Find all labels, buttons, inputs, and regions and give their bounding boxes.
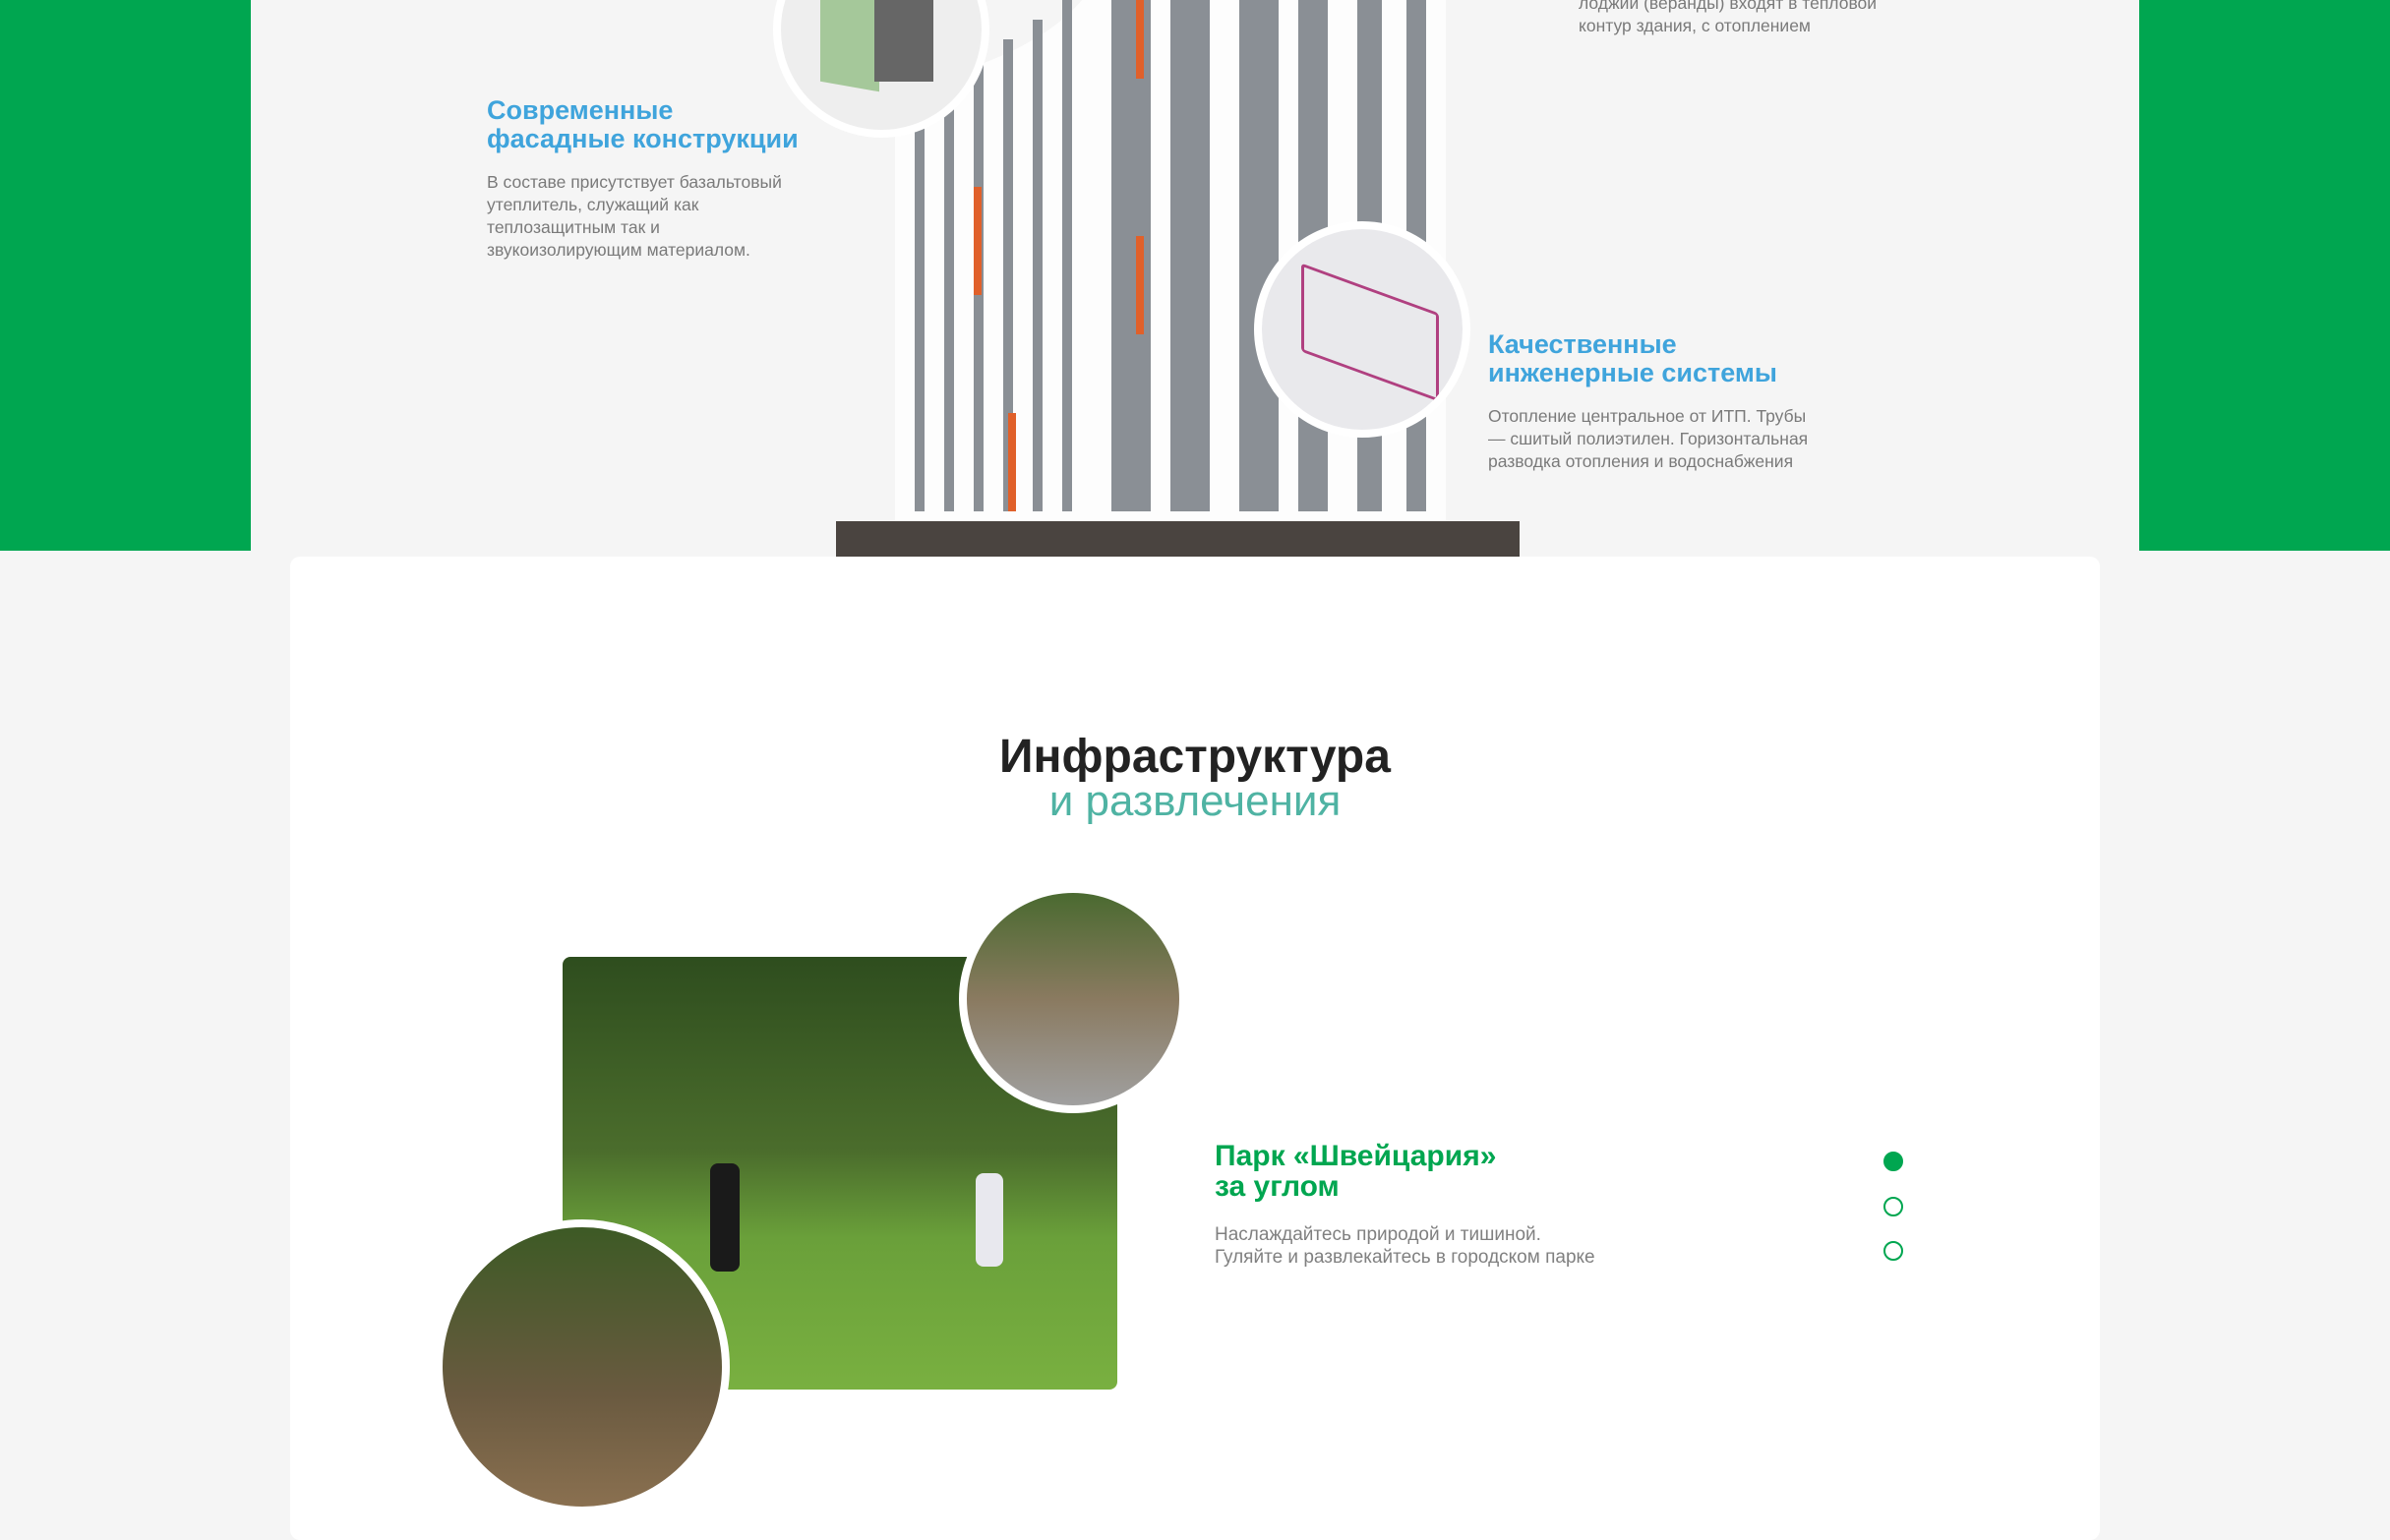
left-green-band: [0, 0, 251, 551]
engineering-title-line2: инженерные системы: [1488, 358, 1777, 387]
slide-body-line2: Гуляйте и развлекайтесь в городском парк…: [1215, 1247, 1595, 1268]
infrastructure-heading: Инфраструктура: [999, 731, 1391, 783]
engineering-title: Качественные инженерные системы: [1488, 330, 1777, 387]
engineering-detail-image: [1254, 221, 1470, 438]
park-photo-stairs: [435, 1219, 730, 1514]
park-photo-playground: [959, 885, 1187, 1113]
right-green-band: [2139, 0, 2390, 551]
slide-dot-2[interactable]: [1883, 1197, 1903, 1216]
loggia-body: лоджии (веранды) входят в тепловой конту…: [1579, 0, 1878, 35]
slide-title: Парк «Швейцария» за углом: [1215, 1141, 1496, 1202]
facade-title-line1: Современные: [487, 95, 674, 125]
slide-title-line1: Парк «Швейцария»: [1215, 1140, 1497, 1172]
infrastructure-subheading: и развлечения: [1048, 777, 1342, 825]
facade-body: В составе присутствует базальтовый утепл…: [487, 172, 782, 260]
engineering-body: Отопление центральное от ИТП. Трубы — сш…: [1488, 406, 1809, 471]
slide-body: Наслаждайтесь природой и тишиной. Гуляйт…: [1215, 1223, 1595, 1269]
slide-dot-1-active[interactable]: [1883, 1152, 1903, 1171]
slide-dot-3[interactable]: [1883, 1241, 1903, 1261]
engineering-title-line1: Качественные: [1488, 329, 1677, 359]
slide-body-line1: Наслаждайтесь природой и тишиной.: [1215, 1224, 1541, 1245]
facade-title: Современные фасадные конструкции: [487, 96, 799, 153]
facade-title-line2: фасадные конструкции: [487, 124, 799, 153]
slide-title-line2: за углом: [1215, 1170, 1340, 1203]
